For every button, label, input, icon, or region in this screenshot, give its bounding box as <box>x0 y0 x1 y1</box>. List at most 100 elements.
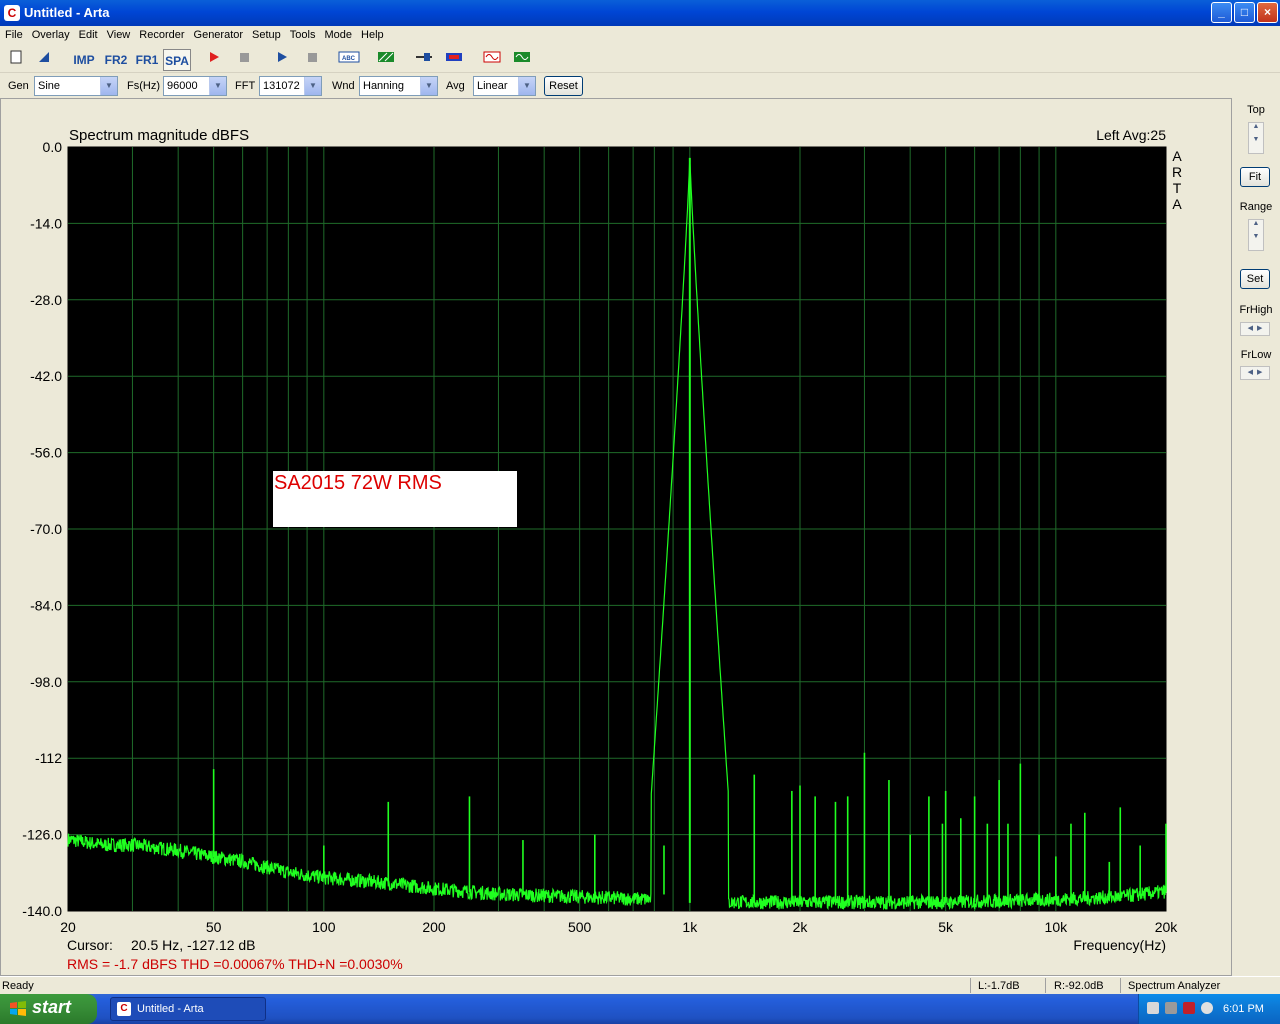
x-tick-label: 5k <box>938 919 954 935</box>
maximize-button[interactable]: □ <box>1234 2 1255 23</box>
y-tick-label: -56.0 <box>30 445 62 461</box>
y-tick-label: -70.0 <box>30 521 62 537</box>
fr1-mode-button[interactable]: FR1 <box>133 49 161 71</box>
grid-color-icon[interactable] <box>374 49 398 71</box>
spectrum-plot-panel: 0.0 -14.0 -28.0 -42.0 -56.0 -70.0 -84.0 -98.0 -1… <box>0 98 1232 976</box>
spin-down-icon[interactable]: ▼ <box>1249 136 1263 143</box>
taskbar-item-arta[interactable]: C Untitled - Arta <box>110 997 266 1021</box>
spin-down-icon[interactable]: ▼ <box>1249 233 1263 240</box>
menu-generator[interactable]: Generator <box>189 26 248 41</box>
window-function-select[interactable]: Hanning ▼ <box>359 76 438 96</box>
text-annotation-icon[interactable]: ABC <box>336 49 362 71</box>
chevron-down-icon: ▼ <box>209 77 226 95</box>
x-tick-label: 2k <box>793 919 809 935</box>
arta-app-icon: C <box>117 1002 131 1016</box>
y-tick-label: -14.0 <box>30 215 62 231</box>
menu-view[interactable]: View <box>102 26 135 41</box>
minimize-button[interactable]: _ <box>1211 2 1232 23</box>
arta-side-label: T <box>1173 180 1182 196</box>
menu-mode[interactable]: Mode <box>319 26 356 41</box>
overlay-color-icon[interactable] <box>442 49 466 71</box>
menu-recorder[interactable]: Recorder <box>134 26 188 41</box>
x-axis-label: Frequency(Hz) <box>1073 937 1166 953</box>
frlow-spinner[interactable]: ◀ ▶ <box>1240 366 1270 380</box>
menu-overlay[interactable]: Overlay <box>27 26 74 41</box>
svg-text:ABC: ABC <box>342 56 356 62</box>
spectrum-chart[interactable]: 0.0 -14.0 -28.0 -42.0 -56.0 -70.0 -84.0 -98.0 -1… <box>1 99 1231 975</box>
fft-size-value: 131072 <box>263 80 300 92</box>
title-bar: C Untitled - Arta _ □ × <box>0 0 1280 26</box>
chevron-down-icon: ▼ <box>518 77 535 95</box>
status-ready: Ready <box>2 980 34 992</box>
x-tick-label: 1k <box>682 919 698 935</box>
spin-right-icon[interactable]: ▶ <box>1257 369 1262 376</box>
menu-file[interactable]: File <box>0 26 27 41</box>
chevron-down-icon: ▼ <box>100 77 117 95</box>
set-button[interactable]: Set <box>1240 269 1270 289</box>
generator-stop-icon[interactable] <box>300 49 324 71</box>
spin-right-icon[interactable]: ▶ <box>1257 325 1262 332</box>
antivirus-icon[interactable] <box>1201 1002 1213 1014</box>
menu-setup[interactable]: Setup <box>247 26 285 41</box>
fft-size-select[interactable]: 131072 ▼ <box>259 76 322 96</box>
security-shield-icon[interactable] <box>1183 1002 1195 1014</box>
range-spinner[interactable]: ▲ ▼ <box>1248 219 1264 251</box>
spin-left-icon[interactable]: ◀ <box>1248 369 1253 376</box>
analyzer-control-bar: Gen Sine ▼ Fs(Hz) 96000 ▼ FFT 131072 ▼ Wnd … <box>0 74 1280 98</box>
fit-button[interactable]: Fit <box>1240 167 1270 187</box>
spin-left-icon[interactable]: ◀ <box>1248 325 1253 332</box>
spin-up-icon[interactable]: ▲ <box>1249 220 1263 227</box>
speaker-icon[interactable] <box>1165 1002 1177 1014</box>
menu-help[interactable]: Help <box>356 26 388 41</box>
waveform-icon[interactable] <box>480 49 504 71</box>
sample-rate-value: 96000 <box>167 80 198 92</box>
chart-title: Spectrum magnitude dBFS <box>69 127 249 144</box>
y-tick-label: -112 <box>35 750 62 766</box>
reset-button[interactable]: Reset <box>544 76 583 96</box>
frhigh-spinner[interactable]: ◀ ▶ <box>1240 322 1270 336</box>
arta-app-icon[interactable]: C <box>4 5 20 21</box>
y-tick-label: -28.0 <box>30 292 62 308</box>
avg-label: Avg <box>446 80 465 92</box>
slider-icon[interactable] <box>412 49 436 71</box>
range-label: Range <box>1239 201 1273 213</box>
y-tick-label: -84.0 <box>30 597 62 613</box>
x-tick-label: 20k <box>1155 919 1179 935</box>
menu-edit[interactable]: Edit <box>74 26 102 41</box>
open-file-icon[interactable] <box>32 49 56 71</box>
y-tick-label: -98.0 <box>30 674 62 690</box>
impulse-mode-button[interactable]: IMP <box>70 49 98 71</box>
taskbar-item-label: Untitled - Arta <box>137 1003 204 1015</box>
spectrum-view-icon[interactable] <box>510 49 534 71</box>
cursor-label: Cursor: <box>67 937 113 953</box>
x-tick-label: 200 <box>422 919 446 935</box>
taskbar-clock[interactable]: 6:01 PM <box>1223 1003 1264 1015</box>
system-tray: 6:01 PM <box>1138 994 1280 1024</box>
network-icon[interactable] <box>1147 1002 1159 1014</box>
menu-tools[interactable]: Tools <box>285 26 320 41</box>
window-title: Untitled - Arta <box>24 5 110 20</box>
frlow-label: FrLow <box>1240 349 1272 361</box>
new-file-icon[interactable] <box>4 49 28 71</box>
menu-bar: File Overlay Edit View Recorder Generator Setu… <box>0 26 1280 46</box>
generator-select[interactable]: Sine ▼ <box>34 76 118 96</box>
averaging-select[interactable]: Linear ▼ <box>473 76 536 96</box>
sample-rate-select[interactable]: 96000 ▼ <box>163 76 227 96</box>
record-stop-icon[interactable] <box>232 49 256 71</box>
fft-label: FFT <box>235 80 256 92</box>
spin-up-icon[interactable]: ▲ <box>1249 123 1263 130</box>
chevron-down-icon: ▼ <box>420 77 437 95</box>
record-play-icon[interactable] <box>202 49 226 71</box>
y-tick-label: -42.0 <box>30 368 62 384</box>
windows-logo-icon <box>10 1001 26 1016</box>
fs-label: Fs(Hz) <box>127 80 160 92</box>
close-button[interactable]: × <box>1257 2 1278 23</box>
channel-info: Left Avg:25 <box>1096 127 1166 143</box>
top-spinner[interactable]: ▲ ▼ <box>1248 122 1264 154</box>
fr2-mode-button[interactable]: FR2 <box>102 49 130 71</box>
toolbar: IMP FR2 FR1 SPA ABC <box>0 47 1280 73</box>
spectrum-mode-button[interactable]: SPA <box>163 49 191 71</box>
annotation-text: SA2015 72W RMS <box>274 472 442 494</box>
generator-play-icon[interactable] <box>270 49 294 71</box>
start-button[interactable]: start <box>0 994 97 1024</box>
